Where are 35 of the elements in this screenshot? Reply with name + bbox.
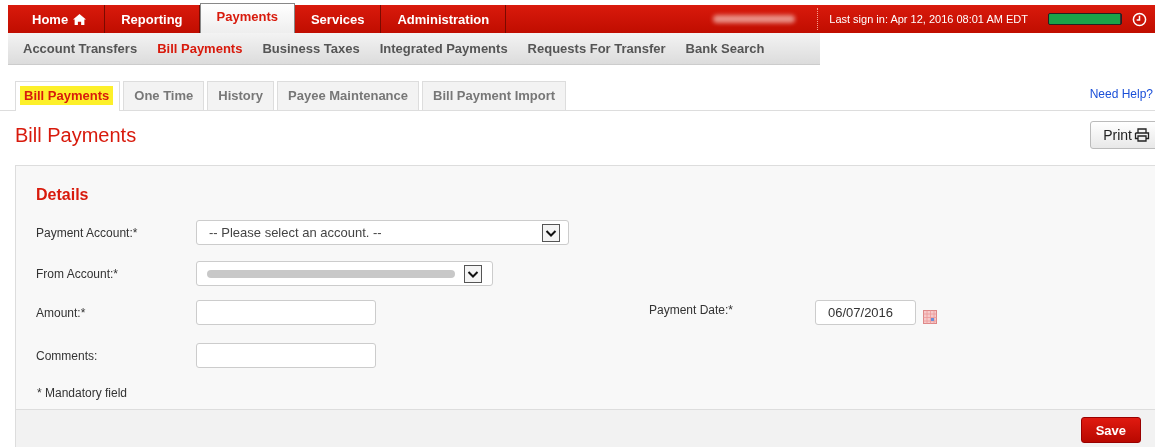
calendar-icon[interactable] [923,309,937,324]
from-account-select[interactable] [196,261,493,286]
last-sign-in-text: Last sign in: Apr 12, 2016 08:01 AM EDT [829,13,1028,25]
tab[interactable]: History [207,81,275,110]
page-title: Bill Payments [15,123,137,147]
clock-icon[interactable] [1132,11,1147,27]
field-label: Payment Account:* [36,225,139,240]
tab[interactable]: Payee Maintenance [277,81,420,110]
field-label: Payment Date:* [649,303,735,317]
sub-nav-link[interactable]: Business Taxes [262,41,360,56]
sub-nav-link[interactable]: Integrated Payments [379,41,508,56]
sub-nav-link[interactable]: Bank Search [685,41,765,56]
comments-field[interactable] [196,343,376,368]
tab[interactable]: One Time [123,81,205,110]
amount-field[interactable] [196,300,376,325]
payment-date-field[interactable]: 06/07/2016 [815,300,916,325]
printer-icon [1134,128,1150,142]
field-label: Comments: [36,348,99,363]
sub-nav-link[interactable]: Account Transfers [23,41,138,56]
mandatory-note: * Mandatory field [37,386,129,400]
tab[interactable]: Bill Payment Import [422,81,567,110]
caret-icon [542,223,560,242]
sub-nav-link[interactable]: Bill Payments [157,41,243,56]
field-label: Amount:* [36,305,87,320]
section-heading: Details [36,186,90,204]
help-link[interactable]: Need Help? [1089,87,1153,101]
save-button[interactable]: Save [1080,417,1141,443]
nav-tab[interactable]: Payments [199,3,295,33]
sub-nav-link[interactable]: Requests For Transfer [527,41,666,56]
home-icon [73,13,87,25]
caret-icon [464,264,482,283]
field-label: From Account:* [36,266,120,281]
tab[interactable]: Bill Payments [15,81,121,111]
print-button[interactable]: Print [1090,121,1155,149]
payment-account-select[interactable]: -- Please select an account. -- [196,220,569,245]
